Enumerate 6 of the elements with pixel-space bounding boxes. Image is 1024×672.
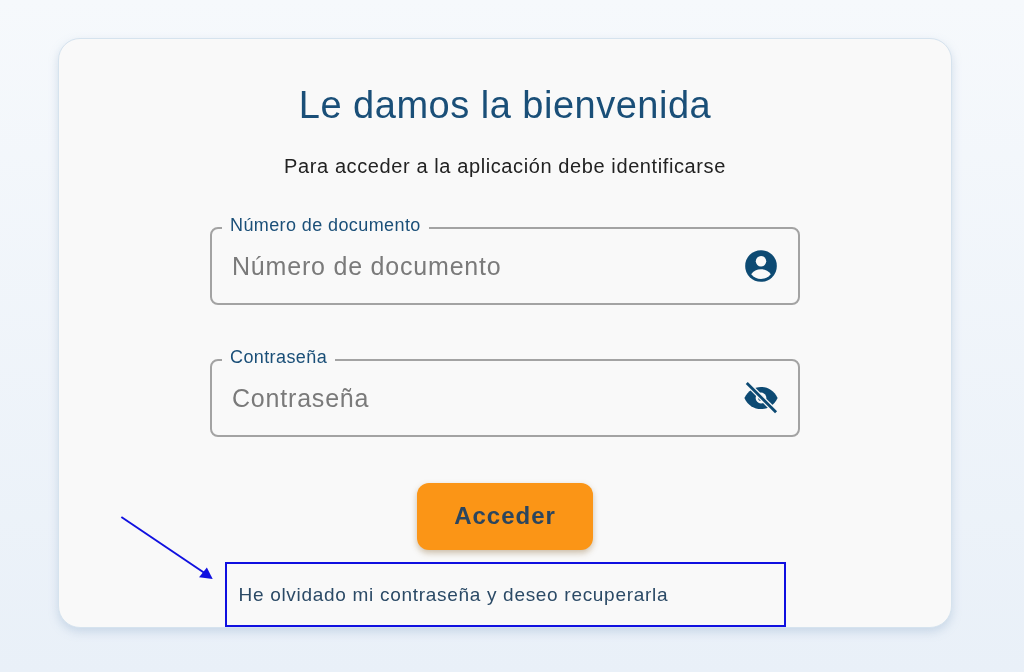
login-button[interactable]: Acceder [417, 483, 593, 550]
page-title: Le damos la bienvenida [298, 83, 712, 128]
subtitle-text: Para acceder a la aplicación debe identificarse [284, 154, 726, 179]
recover-password-link[interactable]: He olvidado mi contraseña y deseo recuperarla [224, 561, 786, 627]
user-icon [742, 247, 780, 285]
eye-off-icon[interactable] [742, 379, 780, 417]
